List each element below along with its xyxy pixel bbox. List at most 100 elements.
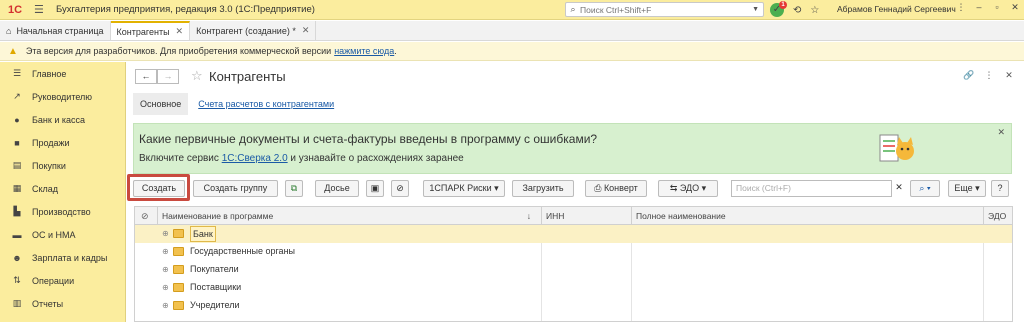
global-search-box[interactable]: ⌕ ▼	[565, 2, 764, 17]
sidebar-item-label: ОС и НМА	[32, 229, 76, 240]
sidebar-item-label: Производство	[32, 206, 91, 217]
favorite-star-icon[interactable]: ☆	[191, 68, 203, 84]
expand-icon[interactable]: ⊕	[162, 301, 169, 310]
dt-kt-icon: ⇅	[13, 275, 21, 285]
car-icon: ▬	[12, 229, 22, 240]
link-icon[interactable]: 🔗	[959, 70, 979, 81]
main-menu-icon[interactable]: ☰	[34, 3, 48, 16]
search-button[interactable]: ⌕ ▾	[910, 180, 940, 197]
tab-counterparties[interactable]: Контрагенты ✕	[110, 21, 191, 40]
warehouse-icon: ▦	[12, 183, 22, 193]
table-row[interactable]: ⊕ Покупатели	[135, 261, 1012, 279]
form-sections: Основное Счета расчетов с контрагентами	[133, 93, 334, 115]
expand-icon[interactable]: ⊕	[162, 283, 169, 292]
expand-icon[interactable]: ⊕	[162, 265, 169, 274]
print-doc-icon[interactable]: ▣	[366, 180, 384, 197]
more-icon[interactable]: ⋮	[952, 2, 970, 13]
attachment-icon[interactable]: ⊘	[391, 180, 409, 197]
global-search-input[interactable]	[580, 4, 730, 15]
sidebar-item-operations[interactable]: ⇅ Операции	[0, 269, 125, 292]
envelope-button[interactable]: ⎙ Конверт	[585, 180, 647, 197]
warning-tail: .	[394, 46, 397, 56]
sections-sidebar: ☰ Главное ↗ Руководителю ● Банк и касса ■ Пр…	[0, 62, 126, 322]
column-header-inn[interactable]: ИНН	[541, 207, 631, 225]
create-button[interactable]: Создать	[133, 180, 185, 197]
spark-risks-button[interactable]: 1СПАРК Риски ▾	[423, 180, 505, 197]
sidebar-item-assets[interactable]: ▬ ОС и НМА	[0, 223, 125, 246]
cart-icon: ▤	[12, 160, 22, 170]
sidebar-item-label: Продажи	[32, 137, 70, 148]
more-button[interactable]: Еще ▾	[948, 180, 986, 197]
tab-label: Контрагент (создание) *	[196, 25, 296, 36]
help-button[interactable]: ?	[991, 180, 1009, 197]
sidebar-item-production[interactable]: ▙ Производство	[0, 200, 125, 223]
maximize-icon[interactable]: ▫	[988, 2, 1006, 13]
tab-main[interactable]: Основное	[133, 93, 189, 115]
promo-banner: Какие первичные документы и счета-фактур…	[133, 123, 1012, 174]
sidebar-item-bank[interactable]: ● Банк и касса	[0, 108, 125, 131]
close-banner-icon[interactable]: ✕	[997, 127, 1005, 138]
column-label: Наименование в программе	[162, 211, 274, 221]
table-row[interactable]: ⊕ Поставщики	[135, 279, 1012, 297]
sidebar-item-main[interactable]: ☰ Главное	[0, 62, 125, 85]
sidebar-item-manager[interactable]: ↗ Руководителю	[0, 85, 125, 108]
window-buttons: ⋮ – ▫ ✕	[952, 2, 1024, 13]
close-tab-icon[interactable]: ✕	[302, 25, 310, 36]
settlement-accounts-link[interactable]: Счета расчетов с контрагентами	[198, 99, 334, 109]
sidebar-item-reports[interactable]: ▥ Отчеты	[0, 292, 125, 315]
tab-label: Начальная страница	[16, 25, 104, 36]
dossier-button[interactable]: Досье	[315, 180, 359, 197]
menu-icon: ☰	[12, 68, 22, 78]
expand-icon[interactable]: ⊕	[162, 247, 169, 256]
expand-icon[interactable]: ⊕	[162, 229, 169, 238]
sidebar-item-sales[interactable]: ■ Продажи	[0, 131, 125, 154]
close-icon[interactable]: ✕	[999, 70, 1019, 81]
buy-link[interactable]: нажмите сюда	[334, 46, 394, 56]
warning-text: Эта версия для разработчиков. Для приобр…	[25, 46, 332, 56]
button-label: Конверт	[603, 183, 638, 193]
table-row[interactable]: ⊕ Учредители	[135, 297, 1012, 315]
list-search-input[interactable]: Поиск (Ctrl+F)	[731, 180, 892, 197]
dev-version-warning: ▲ Эта версия для разработчиков. Для прио…	[0, 42, 1024, 61]
sidebar-item-label: Склад	[32, 183, 59, 194]
sverka-link[interactable]: 1С:Сверка 2.0	[222, 153, 288, 164]
load-button[interactable]: Загрузить	[512, 180, 574, 197]
copy-icon[interactable]: ⧉	[285, 180, 303, 197]
back-button[interactable]: ←	[135, 69, 157, 84]
close-icon[interactable]: ✕	[1006, 2, 1024, 13]
column-header-full-name[interactable]: Полное наименование	[631, 207, 983, 225]
history-icon[interactable]: ⟲	[793, 5, 801, 16]
row-name: Государственные органы	[190, 246, 296, 256]
create-group-button[interactable]: Создать группу	[193, 180, 278, 197]
more-icon[interactable]: ⋮	[979, 70, 999, 81]
table-row[interactable]: ⊕ Государственные органы	[135, 243, 1012, 261]
page-actions: 🔗 ⋮ ✕	[959, 70, 1019, 81]
sidebar-item-label: Зарплата и кадры	[32, 252, 108, 263]
forward-button[interactable]: →	[157, 69, 179, 84]
sort-desc-icon: ↓	[526, 211, 531, 221]
close-tab-icon[interactable]: ✕	[176, 26, 184, 37]
tab-home[interactable]: ⌂ Начальная страница	[0, 21, 111, 40]
clear-search-icon[interactable]: ✕	[892, 180, 906, 197]
sidebar-item-warehouse[interactable]: ▦ Склад	[0, 177, 125, 200]
button-label: Еще	[954, 183, 973, 193]
printer-icon: ⎙	[594, 183, 602, 193]
factory-icon: ▙	[13, 206, 21, 216]
table-row[interactable]: ⊕ Банк	[135, 225, 1012, 243]
tab-counterparty-create[interactable]: Контрагент (создание) * ✕	[190, 21, 317, 40]
column-header-name[interactable]: Наименование в программе ↓	[157, 207, 541, 225]
column-header-edo[interactable]: ЭДО	[983, 207, 1013, 225]
edo-button[interactable]: ⇆ ЭДО ▾	[658, 180, 718, 197]
favorites-icon[interactable]: ☆	[810, 5, 819, 16]
sidebar-item-label: Отчеты	[32, 298, 64, 309]
notifications-icon[interactable]: ✓ 1	[770, 1, 787, 17]
user-name[interactable]: Абрамов Геннадий Сергеевич	[837, 4, 956, 14]
chevron-down-icon[interactable]: ▼	[752, 6, 759, 13]
sidebar-item-purchases[interactable]: ▤ Покупки	[0, 154, 125, 177]
nav-buttons: ← →	[135, 69, 179, 84]
button-label: ЭДО	[679, 183, 700, 193]
sidebar-item-salary[interactable]: ☻ Зарплата и кадры	[0, 246, 125, 269]
minimize-icon[interactable]: –	[970, 2, 988, 13]
banner-headline: Какие первичные документы и счета-фактур…	[139, 132, 598, 146]
tab-label: Контрагенты	[116, 26, 170, 37]
